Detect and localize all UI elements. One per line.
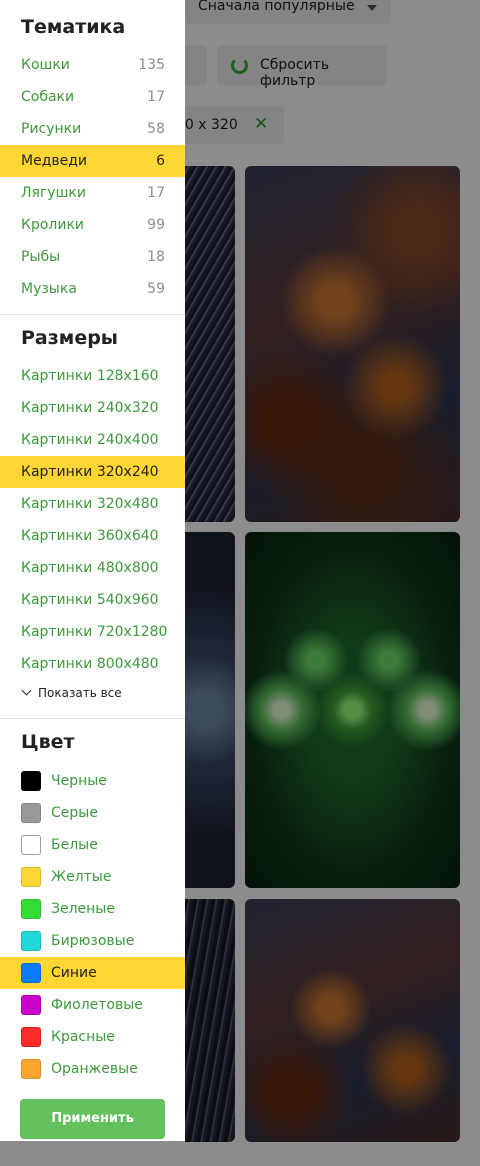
size-item-label: Картинки 540x960 <box>21 592 159 608</box>
topic-item-count: 58 <box>147 121 165 137</box>
color-item-label: Белые <box>51 837 98 853</box>
color-item-label: Бирюзовые <box>51 933 135 949</box>
size-item-label: Картинки 720x1280 <box>21 624 168 640</box>
size-item[interactable]: Картинки 320x240 <box>0 456 185 488</box>
topic-item-count: 17 <box>147 89 165 105</box>
size-item-label: Картинки 128x160 <box>21 368 159 384</box>
colors-title: Цвет <box>21 731 75 753</box>
color-swatch <box>21 1027 41 1047</box>
size-item[interactable]: Картинки 240x320 <box>0 392 185 424</box>
size-item-label: Картинки 800x480 <box>21 656 159 672</box>
size-item[interactable]: Картинки 320x480 <box>0 488 185 520</box>
show-all-label: Показать все <box>38 686 122 700</box>
divider <box>0 314 185 315</box>
color-swatch <box>21 1059 41 1079</box>
topic-item[interactable]: Собаки 17 <box>0 81 185 113</box>
topic-item-label: Рыбы <box>21 249 61 265</box>
sizes-title: Размеры <box>21 327 118 349</box>
color-item-label: Зеленые <box>51 901 115 917</box>
topic-item[interactable]: Рисунки 58 <box>0 113 185 145</box>
color-item[interactable]: Оранжевые <box>0 1053 185 1085</box>
size-item[interactable]: Картинки 720x1280 <box>0 616 185 648</box>
topic-item-count: 17 <box>147 185 165 201</box>
size-item[interactable]: Картинки 128x160 <box>0 360 185 392</box>
color-item[interactable]: Серые <box>0 797 185 829</box>
topic-item[interactable]: Рыбы 18 <box>0 241 185 273</box>
color-item[interactable]: Красные <box>0 1021 185 1053</box>
size-item-label: Картинки 240x400 <box>21 432 159 448</box>
topic-item-count: 135 <box>138 57 165 73</box>
color-item[interactable]: Синие <box>0 957 185 989</box>
size-item[interactable]: Картинки 360x640 <box>0 520 185 552</box>
color-item[interactable]: Белые <box>0 829 185 861</box>
filter-panel: Тематика Кошки 135 Собаки 17 Рисунки 58 Медвед… <box>0 0 185 1166</box>
topics-title: Тематика <box>21 16 126 38</box>
topic-item-count: 6 <box>156 153 165 169</box>
topic-item[interactable]: Кролики 99 <box>0 209 185 241</box>
divider <box>0 718 185 719</box>
size-item[interactable]: Картинки 240x400 <box>0 424 185 456</box>
topic-item-label: Лягушки <box>21 185 86 201</box>
topic-item-label: Кошки <box>21 57 70 73</box>
color-swatch <box>21 931 41 951</box>
color-item-label: Синие <box>51 965 97 981</box>
color-item-label: Красные <box>51 1029 115 1045</box>
color-swatch <box>21 835 41 855</box>
color-swatch <box>21 867 41 887</box>
size-item[interactable]: Картинки 480x800 <box>0 552 185 584</box>
topic-item-count: 99 <box>147 217 165 233</box>
size-item-label: Картинки 240x320 <box>21 400 159 416</box>
topic-item[interactable]: Кошки 135 <box>0 49 185 81</box>
color-item-label: Желтые <box>51 869 112 885</box>
topic-item-count: 18 <box>147 249 165 265</box>
size-item[interactable]: Картинки 540x960 <box>0 584 185 616</box>
chevron-down-icon <box>21 685 32 696</box>
color-item[interactable]: Фиолетовые <box>0 989 185 1021</box>
size-item[interactable]: Картинки 800x480 <box>0 648 185 680</box>
color-item[interactable]: Желтые <box>0 861 185 893</box>
topic-item-label: Музыка <box>21 281 77 297</box>
color-item-label: Серые <box>51 805 98 821</box>
topic-item-label: Медведи <box>21 153 88 169</box>
size-item-label: Картинки 320x240 <box>21 464 159 480</box>
color-item[interactable]: Бирюзовые <box>0 925 185 957</box>
color-swatch <box>21 995 41 1015</box>
bottom-bar <box>0 1141 185 1166</box>
topic-item[interactable]: Лягушки 17 <box>0 177 185 209</box>
apply-button[interactable]: Применить <box>20 1099 165 1139</box>
topic-item[interactable]: Музыка 59 <box>0 273 185 305</box>
size-item-label: Картинки 320x480 <box>21 496 159 512</box>
color-swatch <box>21 803 41 823</box>
topic-item-count: 59 <box>147 281 165 297</box>
color-item-label: Оранжевые <box>51 1061 138 1077</box>
color-item[interactable]: Черные <box>0 765 185 797</box>
topic-item-label: Кролики <box>21 217 84 233</box>
topic-item[interactable]: Медведи 6 <box>0 145 185 177</box>
color-swatch <box>21 963 41 983</box>
color-item-label: Фиолетовые <box>51 997 143 1013</box>
size-item-label: Картинки 360x640 <box>21 528 159 544</box>
color-swatch <box>21 771 41 791</box>
color-swatch <box>21 899 41 919</box>
show-all-link[interactable]: Показать все <box>21 685 122 700</box>
color-item[interactable]: Зеленые <box>0 893 185 925</box>
size-item-label: Картинки 480x800 <box>21 560 159 576</box>
color-item-label: Черные <box>51 773 107 789</box>
topic-item-label: Собаки <box>21 89 75 105</box>
topic-item-label: Рисунки <box>21 121 82 137</box>
